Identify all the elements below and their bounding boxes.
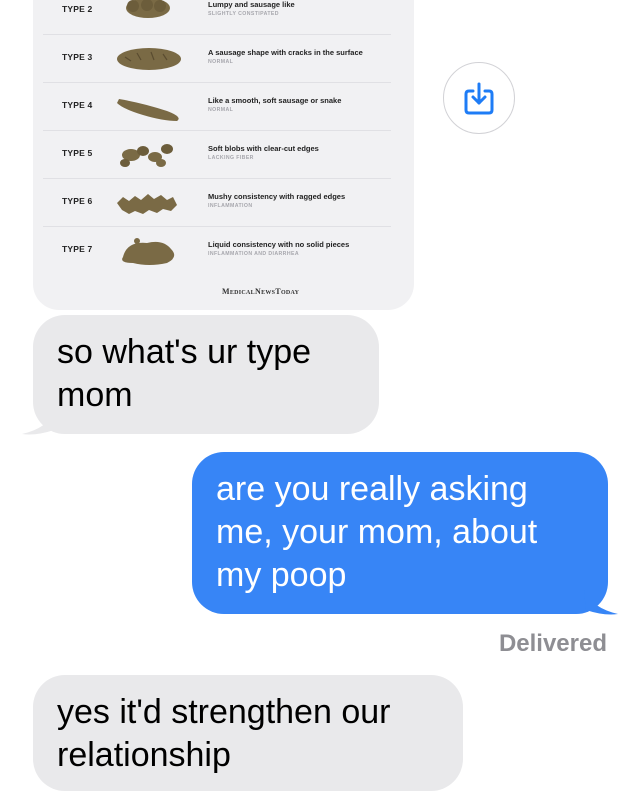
message-line: my poop (216, 556, 347, 594)
stool-illustration (117, 48, 181, 70)
save-button[interactable] (443, 62, 515, 134)
type-label: TYPE 2 (62, 4, 93, 14)
message-line: mom (57, 376, 133, 414)
incoming-message[interactable]: so what's ur type mom (33, 315, 379, 434)
type-description: Lumpy and sausage like (208, 0, 295, 9)
type-category: SLIGHTLY CONSTIPATED (208, 11, 279, 17)
stool-illustration (117, 99, 179, 121)
stool-illustration (122, 238, 175, 265)
chart-row: TYPE 7 Liquid consistency with no solid … (43, 226, 391, 275)
bristol-stool-chart: TYPE 2 Lumpy and sausage like SLIGHTLY C… (43, 0, 391, 296)
type-label: TYPE 3 (62, 52, 93, 62)
source-credit: MedicalNewsToday (222, 287, 300, 296)
bubble-tail (22, 410, 56, 435)
type-description: Liquid consistency with no solid pieces (208, 240, 350, 249)
type-category: INFLAMMATION (208, 203, 253, 209)
bubble-tail (584, 590, 618, 615)
chart-row: TYPE 5 Soft blobs with clear-cut edges L… (43, 130, 391, 179)
message-line: relationship (57, 736, 231, 774)
message-line: so what's ur type (57, 333, 312, 371)
incoming-message[interactable]: yes it'd strengthen our relationship (33, 675, 463, 791)
stool-illustration (126, 0, 170, 18)
outgoing-message[interactable]: are you really asking me, your mom, abou… (192, 452, 608, 614)
type-label: TYPE 7 (62, 244, 93, 254)
type-description: Mushy consistency with ragged edges (208, 192, 346, 201)
chart-row: TYPE 2 Lumpy and sausage like SLIGHTLY C… (43, 0, 391, 28)
save-to-photos-icon (464, 82, 494, 115)
chart-row: TYPE 4 Like a smooth, soft sausage or sn… (43, 82, 391, 131)
stool-illustration (117, 194, 177, 214)
type-label: TYPE 4 (62, 100, 93, 110)
type-description: A sausage shape with cracks in the surfa… (208, 48, 363, 57)
type-category: INFLAMMATION AND DIARRHEA (208, 251, 299, 257)
stool-illustration (120, 144, 173, 167)
chart-row: TYPE 3 A sausage shape with cracks in th… (43, 34, 391, 83)
type-label: TYPE 6 (62, 196, 93, 206)
message-line: yes it'd strengthen our (57, 693, 391, 731)
type-description: Soft blobs with clear-cut edges (208, 144, 319, 153)
type-description: Like a smooth, soft sausage or snake (208, 96, 342, 105)
type-category: NORMAL (208, 59, 234, 65)
message-line: are you really asking (216, 470, 528, 508)
delivery-status: Delivered (498, 630, 607, 657)
chart-row: TYPE 6 Mushy consistency with ragged edg… (43, 178, 391, 227)
type-category: NORMAL (208, 107, 234, 113)
type-label: TYPE 5 (62, 148, 93, 158)
message-line: me, your mom, about (216, 513, 538, 551)
type-category: LACKING FIBER (208, 155, 254, 161)
